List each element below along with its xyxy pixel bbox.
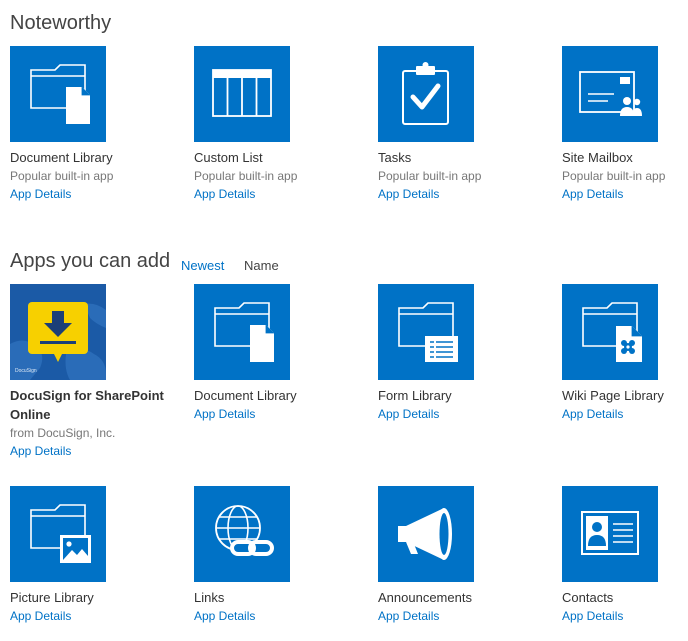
app-subtitle: Popular built-in app: [194, 169, 298, 183]
app-tile-links[interactable]: Links App Details: [194, 486, 359, 625]
apps-you-can-add-heading: Apps you can add: [10, 250, 171, 272]
app-name[interactable]: Site Mailbox: [562, 148, 688, 167]
app-details-link[interactable]: App Details: [194, 607, 255, 625]
sort-name-link[interactable]: Name: [244, 258, 279, 273]
app-tile-custom-list[interactable]: Custom List Popular built-in app App Det…: [194, 46, 359, 203]
app-name[interactable]: Wiki Page Library: [562, 386, 688, 405]
app-name[interactable]: Document Library: [10, 148, 175, 167]
sort-newest-link[interactable]: Newest: [181, 258, 224, 273]
app-details-link[interactable]: App Details: [562, 405, 623, 423]
app-name[interactable]: Announcements: [378, 588, 543, 607]
app-name[interactable]: Tasks: [378, 148, 543, 167]
site-mailbox-icon[interactable]: [562, 46, 658, 142]
app-tile-announcements[interactable]: Announcements App Details: [378, 486, 543, 625]
app-tile-docusign[interactable]: DocuSign DocuSign for SharePoint Online …: [10, 284, 175, 460]
app-tile-document-library-2[interactable]: Document Library App Details: [194, 284, 359, 423]
app-details-link[interactable]: App Details: [194, 405, 255, 423]
noteworthy-heading: Noteworthy: [10, 12, 112, 34]
app-details-link[interactable]: App Details: [10, 185, 71, 203]
app-tile-picture-library[interactable]: Picture Library App Details: [10, 486, 175, 625]
app-details-link[interactable]: App Details: [378, 607, 439, 625]
document-library-icon[interactable]: [194, 284, 290, 380]
tasks-icon[interactable]: [378, 46, 474, 142]
links-icon[interactable]: [194, 486, 290, 582]
app-name[interactable]: Contacts: [562, 588, 688, 607]
app-details-link[interactable]: App Details: [562, 607, 623, 625]
app-name[interactable]: DocuSign for SharePoint Online: [10, 386, 175, 424]
docusign-icon[interactable]: DocuSign: [10, 284, 106, 380]
wiki-page-library-icon[interactable]: [562, 284, 658, 380]
app-name-line1: DocuSign for SharePoint: [10, 388, 164, 403]
app-details-link[interactable]: App Details: [378, 185, 439, 203]
custom-list-icon[interactable]: [194, 46, 290, 142]
app-name[interactable]: Custom List: [194, 148, 359, 167]
app-details-link[interactable]: App Details: [10, 442, 71, 460]
app-tile-document-library[interactable]: Document Library Popular built-in app Ap…: [10, 46, 175, 203]
announcements-icon[interactable]: [378, 486, 474, 582]
docusign-watermark-label: DocuSign: [15, 368, 37, 374]
app-name[interactable]: Form Library: [378, 386, 543, 405]
app-subtitle: Popular built-in app: [10, 169, 114, 183]
app-subtitle: Popular built-in app: [562, 169, 666, 183]
app-tile-wiki-page-library[interactable]: Wiki Page Library App Details: [562, 284, 688, 423]
app-details-link[interactable]: App Details: [562, 185, 623, 203]
app-name[interactable]: Picture Library: [10, 588, 175, 607]
app-details-link[interactable]: App Details: [378, 405, 439, 423]
app-name[interactable]: Links: [194, 588, 359, 607]
app-tile-form-library[interactable]: Form Library App Details: [378, 284, 543, 423]
form-library-icon[interactable]: [378, 284, 474, 380]
app-tile-site-mailbox[interactable]: Site Mailbox Popular built-in app App De…: [562, 46, 688, 203]
app-details-link[interactable]: App Details: [10, 607, 71, 625]
contacts-icon[interactable]: [562, 486, 658, 582]
app-name-line2: Online: [10, 407, 51, 422]
app-tile-contacts[interactable]: Contacts App Details: [562, 486, 688, 625]
app-publisher: from DocuSign, Inc.: [10, 426, 116, 440]
app-name[interactable]: Document Library: [194, 386, 359, 405]
app-details-link[interactable]: App Details: [194, 185, 255, 203]
app-tile-tasks[interactable]: Tasks Popular built-in app App Details: [378, 46, 543, 203]
document-library-icon[interactable]: [10, 46, 106, 142]
app-subtitle: Popular built-in app: [378, 169, 482, 183]
picture-library-icon[interactable]: [10, 486, 106, 582]
